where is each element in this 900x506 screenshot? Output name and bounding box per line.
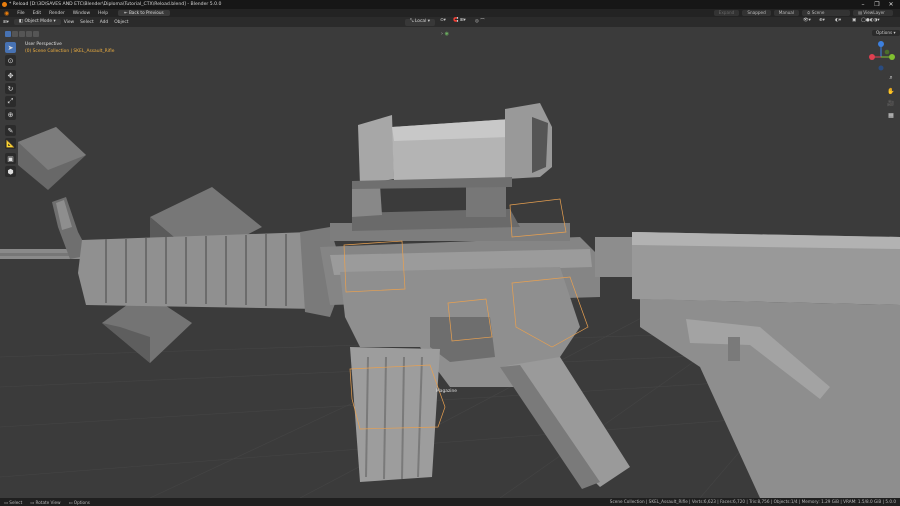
navigation-gizmo[interactable] bbox=[864, 40, 898, 74]
top-right-controls: Expand Snapped Manual ⛭ Scene ▤ ViewLaye… bbox=[713, 9, 900, 17]
status-rotate: ▭ Rotate View bbox=[30, 499, 61, 505]
rifle-model bbox=[0, 103, 900, 498]
neg-z-axis-icon[interactable] bbox=[878, 65, 884, 71]
transform-orientation-dropdown[interactable]: ⤡ Local ▾ bbox=[405, 19, 435, 26]
options-dropdown[interactable]: Options ▾ bbox=[872, 30, 900, 36]
grid-view-icon[interactable]: ▦ bbox=[886, 110, 896, 120]
scene-selector[interactable]: ⛭ Scene bbox=[802, 10, 850, 16]
proportional-edit-icon[interactable]: ◎ ⌒ bbox=[472, 18, 488, 24]
neg-y-axis-icon[interactable] bbox=[884, 49, 890, 55]
viewport-header: ⊞▾ ◧ Object Mode ▾ View Select Add Objec… bbox=[0, 17, 900, 27]
select-tool-icon[interactable]: ➤ bbox=[5, 42, 16, 53]
perspective-label: User Perspective bbox=[25, 42, 62, 47]
move-tool-icon[interactable]: ✥ bbox=[5, 70, 16, 81]
blender-logo-icon bbox=[2, 2, 7, 7]
status-select: ▭ Select bbox=[4, 499, 23, 505]
select-invert-icon[interactable] bbox=[26, 31, 32, 37]
magazine-label: Magazine bbox=[436, 389, 457, 394]
cursor-tool-icon[interactable]: ⊙ bbox=[5, 55, 16, 66]
select-intersect-icon[interactable] bbox=[33, 31, 39, 37]
mode-dropdown[interactable]: ◧ Object Mode ▾ bbox=[13, 18, 61, 26]
manual-toggle[interactable]: Manual bbox=[773, 10, 799, 16]
pivot-icon[interactable]: ⊙▾ bbox=[437, 18, 449, 23]
pan-hand-icon[interactable]: ✋ bbox=[886, 86, 896, 96]
menu-render[interactable]: Render bbox=[45, 11, 69, 16]
x-axis-icon[interactable] bbox=[869, 54, 875, 60]
collection-label: (0) Scene Collection | SKEL_Assault_Rifl… bbox=[25, 49, 115, 54]
visibility-icon[interactable]: 👁▾ bbox=[800, 18, 814, 23]
camera-view-icon[interactable]: 🎥 bbox=[886, 98, 896, 108]
scale-tool-icon[interactable]: ⤢ bbox=[5, 96, 16, 107]
transform-tool-icon[interactable]: ⊕ bbox=[5, 109, 16, 120]
menu-window[interactable]: Window bbox=[69, 11, 94, 16]
menu-edit[interactable]: Edit bbox=[29, 11, 46, 16]
select-new-icon[interactable] bbox=[5, 31, 11, 37]
add-cube-tool-icon[interactable]: ▣ bbox=[5, 153, 16, 164]
window-title: * Reload [D:\3D\SAVES AND ETC\Blender\Di… bbox=[9, 2, 222, 7]
status-options: ▭ Options bbox=[68, 499, 90, 505]
expand-toggle[interactable]: Expand bbox=[713, 10, 740, 16]
menu-help[interactable]: Help bbox=[94, 11, 112, 16]
y-axis-icon[interactable] bbox=[889, 54, 895, 60]
status-bar: ▭ Select ▭ Rotate View ▭ Options Scene C… bbox=[0, 498, 900, 506]
z-axis-icon[interactable] bbox=[878, 41, 884, 47]
annotate-tool-icon[interactable]: ✎ bbox=[5, 125, 16, 136]
viewlayer-selector[interactable]: ▤ ViewLayer bbox=[853, 10, 893, 16]
blender-menu-icon[interactable]: ◉ bbox=[0, 10, 13, 17]
minimize-button[interactable]: – bbox=[856, 0, 870, 9]
overlay-toggle-icon[interactable]: ◐▾ bbox=[832, 18, 844, 23]
close-button[interactable]: ✕ bbox=[884, 0, 898, 9]
scene-statistics: Scene Collection | SKEL_Assault_Rifle | … bbox=[609, 499, 896, 504]
gizmo-toggle-icon[interactable]: ⊕▾ bbox=[816, 18, 828, 23]
3d-viewport[interactable]: User Perspective (0) Scene Collection | … bbox=[0, 27, 900, 498]
zoom-icon[interactable]: ⌕ bbox=[886, 73, 896, 83]
selection-mode-group bbox=[5, 31, 39, 37]
menu-object[interactable]: Object bbox=[111, 20, 131, 25]
menu-view[interactable]: View bbox=[61, 20, 77, 25]
back-to-previous-button[interactable]: ⇤ Back to Previous bbox=[118, 10, 170, 16]
editor-type-icon[interactable]: ⊞▾ bbox=[0, 20, 12, 25]
snap-icon[interactable]: 🧲 ⊞▾ bbox=[450, 18, 469, 23]
snapped-toggle[interactable]: Snapped bbox=[742, 10, 771, 16]
menu-add[interactable]: Add bbox=[97, 20, 112, 25]
menu-file[interactable]: File bbox=[13, 11, 28, 16]
title-bar: * Reload [D:\3D\SAVES AND ETC\Blender\Di… bbox=[0, 0, 900, 9]
select-extend-icon[interactable] bbox=[12, 31, 18, 37]
extra-tool-icon[interactable]: ⬢ bbox=[5, 166, 16, 177]
shading-modes-icon[interactable]: ◯●◐◑▾ bbox=[858, 18, 883, 23]
maximize-button[interactable]: ❐ bbox=[870, 0, 884, 9]
gizmo-center-icons[interactable]: › ◉ bbox=[441, 31, 449, 37]
menu-select[interactable]: Select bbox=[77, 20, 97, 25]
select-subtract-icon[interactable] bbox=[19, 31, 25, 37]
measure-tool-icon[interactable]: 📐 bbox=[5, 138, 16, 149]
rotate-tool-icon[interactable]: ↻ bbox=[5, 83, 16, 94]
viewport-scene bbox=[0, 103, 900, 498]
